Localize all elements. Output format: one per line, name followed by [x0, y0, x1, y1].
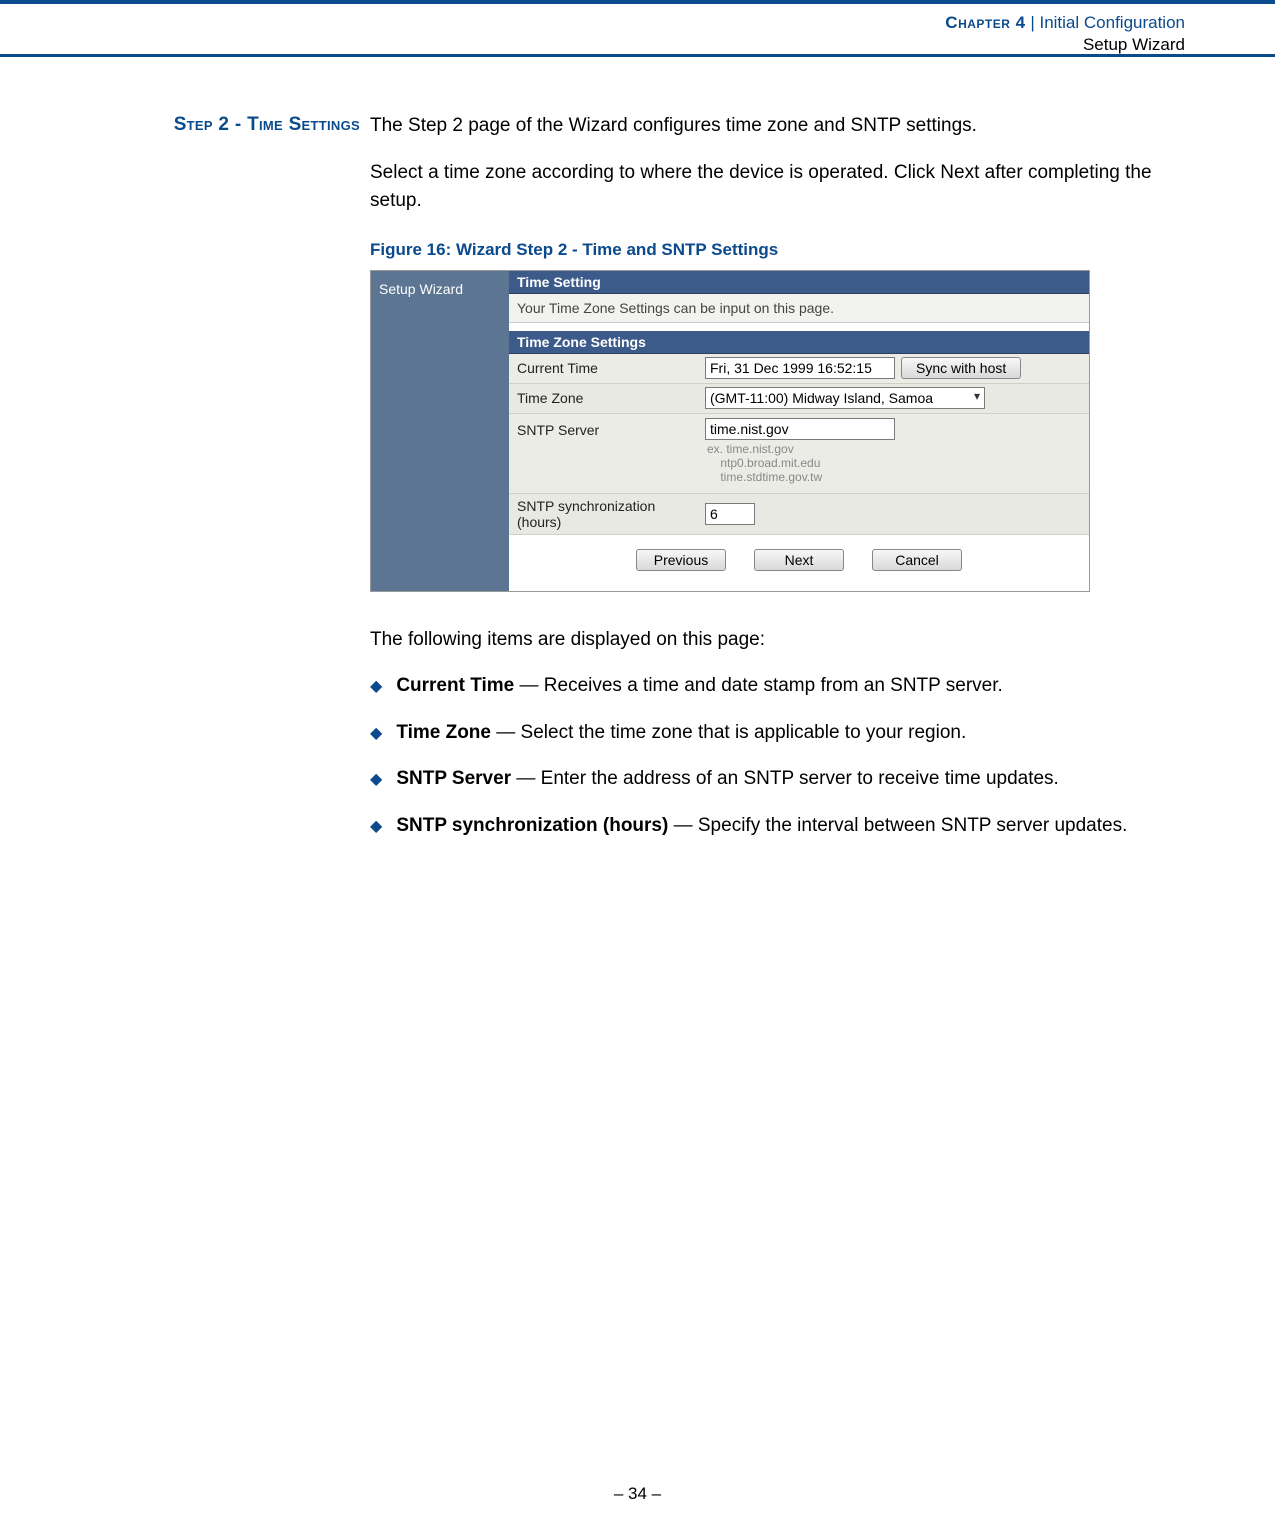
bullet-term: Time Zone: [396, 722, 491, 743]
label-sntp-sync: SNTP synchronization (hours): [509, 494, 699, 534]
section-heading: Step 2 - Time Settings: [160, 112, 360, 138]
bullet-item: ◆ Time Zone — Select the time zone that …: [370, 719, 1185, 748]
input-sntp-sync[interactable]: 6: [705, 503, 755, 525]
panel-heading-time-setting: Time Setting: [509, 271, 1089, 294]
chapter-separator: |: [1026, 13, 1040, 32]
row-sntp-server: SNTP Server time.nist.gov ex. time.nist.…: [509, 414, 1089, 494]
panel-subtext: Your Time Zone Settings can be input on …: [509, 294, 1089, 323]
chapter-subtitle: Setup Wizard: [1083, 35, 1185, 54]
chapter-label: Chapter 4: [945, 13, 1025, 32]
intro-paragraph-2: Select a time zone according to where th…: [370, 159, 1185, 216]
bullet-item: ◆ Current Time — Receives a time and dat…: [370, 672, 1185, 701]
bullet-desc: — Receives a time and date stamp from an…: [514, 675, 1003, 696]
row-current-time: Current Time Fri, 31 Dec 1999 16:52:15 S…: [509, 354, 1089, 384]
header-rule: [0, 54, 1275, 57]
bullet-item: ◆ SNTP synchronization (hours) — Specify…: [370, 812, 1185, 841]
label-time-zone: Time Zone: [509, 386, 699, 410]
label-sntp-server: SNTP Server: [509, 414, 699, 442]
page-number: – 34 –: [0, 1484, 1275, 1504]
bullet-term: SNTP synchronization (hours): [396, 815, 668, 836]
below-fig-text: The following items are displayed on thi…: [370, 626, 1185, 655]
bullet-item: ◆ SNTP Server — Enter the address of an …: [370, 765, 1185, 794]
chapter-title: Initial Configuration: [1039, 13, 1185, 32]
wizard-sidebar-label: Setup Wizard: [379, 281, 463, 297]
bullet-term: Current Time: [396, 675, 514, 696]
bullet-desc: — Specify the interval between SNTP serv…: [668, 815, 1127, 836]
bullet-desc: — Enter the address of an SNTP server to…: [511, 768, 1059, 789]
page-header: Chapter 4 | Initial Configuration Setup …: [0, 0, 1275, 54]
diamond-icon: ◆: [370, 768, 382, 792]
bullet-list: ◆ Current Time — Receives a time and dat…: [370, 672, 1185, 840]
row-sntp-sync: SNTP synchronization (hours) 6: [509, 494, 1089, 535]
sync-with-host-button[interactable]: Sync with host: [901, 357, 1021, 379]
label-current-time: Current Time: [509, 356, 699, 380]
diamond-icon: ◆: [370, 722, 382, 746]
hint-sntp-server: ex. time.nist.gov ntp0.broad.mit.edu tim…: [705, 440, 1083, 489]
wizard-sidebar: Setup Wizard: [371, 271, 509, 591]
input-sntp-server[interactable]: time.nist.gov: [705, 418, 895, 440]
bullet-term: SNTP Server: [396, 768, 511, 789]
intro-paragraph-1: The Step 2 page of the Wizard configures…: [370, 112, 1185, 141]
diamond-icon: ◆: [370, 815, 382, 839]
diamond-icon: ◆: [370, 675, 382, 699]
previous-button[interactable]: Previous: [636, 549, 726, 571]
next-button[interactable]: Next: [754, 549, 844, 571]
wizard-button-row: Previous Next Cancel: [509, 535, 1089, 589]
figure-caption: Figure 16: Wizard Step 2 - Time and SNTP…: [370, 240, 1185, 260]
panel-heading-tz-settings: Time Zone Settings: [509, 331, 1089, 354]
figure-screenshot: Setup Wizard Time Setting Your Time Zone…: [370, 270, 1090, 592]
select-time-zone[interactable]: (GMT-11:00) Midway Island, Samoa: [705, 387, 985, 409]
row-time-zone: Time Zone (GMT-11:00) Midway Island, Sam…: [509, 384, 1089, 414]
input-current-time[interactable]: Fri, 31 Dec 1999 16:52:15: [705, 357, 895, 379]
cancel-button[interactable]: Cancel: [872, 549, 962, 571]
bullet-desc: — Select the time zone that is applicabl…: [491, 722, 966, 743]
